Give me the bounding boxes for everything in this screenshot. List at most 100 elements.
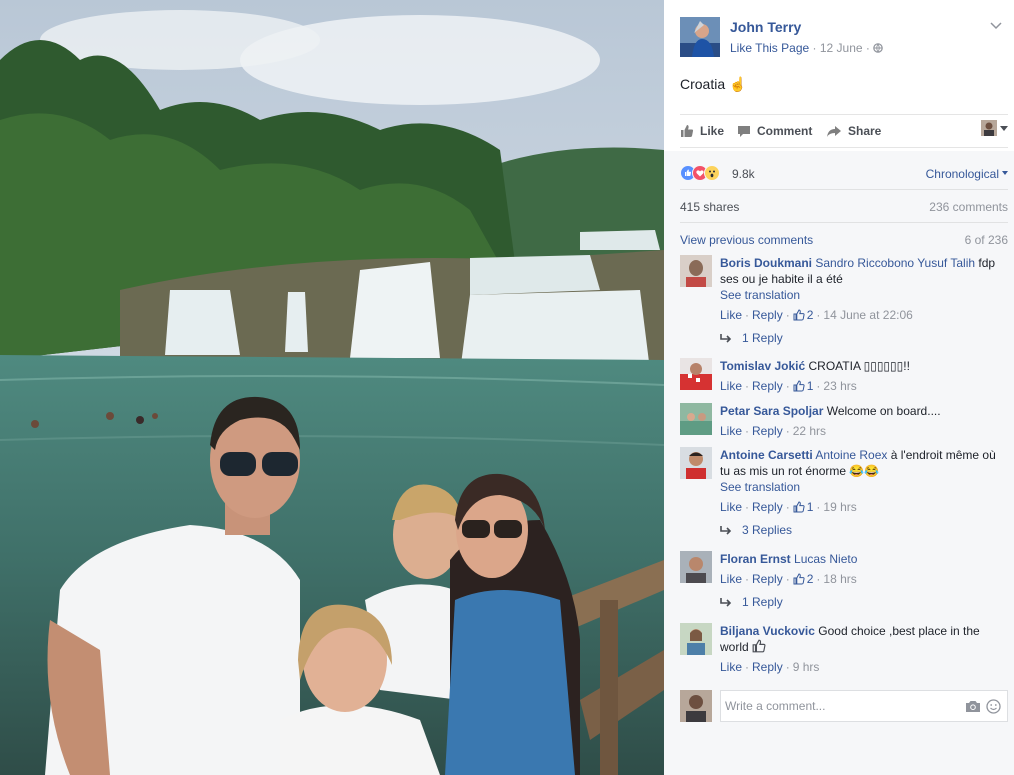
view-replies-link[interactable]: 1 Reply	[720, 595, 783, 609]
comment-time[interactable]: 22 hrs	[793, 423, 826, 439]
comment-input[interactable]	[725, 699, 955, 713]
emoji-icon[interactable]	[986, 699, 1001, 714]
comment-button[interactable]: Comment	[737, 124, 812, 138]
comment-sort-dropdown[interactable]: Chronological	[926, 167, 1008, 181]
like-count-value: 1	[806, 500, 814, 514]
reaction-count[interactable]: 9.8k	[732, 167, 755, 181]
engagement-area: 9.8k Chronological 415 shares 236 commen…	[664, 151, 1014, 775]
commenter-name[interactable]: Antoine Carsetti	[720, 448, 813, 462]
like-button[interactable]: Like	[680, 124, 724, 138]
see-translation-link[interactable]: See translation	[720, 287, 1008, 303]
like-count-value: 2	[806, 308, 814, 322]
comment-actions: Like · Reply · 2 · 18 hrs	[720, 571, 857, 587]
comment-like-count[interactable]: 2	[793, 571, 813, 587]
post-date[interactable]: 12 June	[820, 41, 863, 55]
comment-reply-link[interactable]: Reply	[752, 571, 783, 587]
share-count[interactable]: 415 shares	[680, 200, 739, 214]
comment-like-link[interactable]: Like	[720, 659, 742, 675]
comment-actions: Like · Reply · 1 · 19 hrs	[720, 499, 857, 515]
comment-time[interactable]: 23 hrs	[823, 378, 856, 394]
share-button[interactable]: Share	[826, 124, 881, 138]
commenter-name[interactable]: Tomislav Jokić	[720, 359, 805, 373]
commenter-name[interactable]: Petar Sara Spoljar	[720, 404, 823, 418]
comment-time[interactable]: 9 hrs	[793, 659, 820, 675]
like-count-value: 1	[806, 379, 814, 393]
wow-reaction-icon	[704, 165, 720, 181]
tagged-users[interactable]: Lucas Nieto	[794, 552, 857, 566]
comment-body: Tomislav Jokić CROATIA ▯▯▯▯▯▯!! Like · Re…	[720, 358, 1008, 394]
post-meta: Like This Page · 12 June ·	[730, 41, 884, 55]
chevron-down-icon[interactable]	[990, 19, 1002, 33]
replies-count: 3 Replies	[742, 523, 793, 537]
comment-count[interactable]: 236 comments	[929, 200, 1008, 214]
commenter-avatar[interactable]	[680, 403, 712, 435]
share-comment-stats: 415 shares 236 comments	[680, 200, 1008, 216]
commenter-avatar[interactable]	[680, 255, 712, 287]
see-translation-link[interactable]: See translation	[720, 479, 1008, 495]
page-avatar[interactable]	[680, 17, 720, 57]
caret-down-icon	[1000, 125, 1008, 131]
comment-actions: Like · Reply · 1 · 23 hrs	[720, 378, 857, 394]
commenter-avatar[interactable]	[680, 551, 712, 583]
view-replies-link[interactable]: 3 Replies	[720, 523, 792, 537]
commenter-avatar[interactable]	[680, 447, 712, 479]
commenter-avatar[interactable]	[680, 358, 712, 390]
comment-reply-link[interactable]: Reply	[752, 499, 783, 515]
thumbs-up-icon	[681, 125, 694, 137]
view-previous-comments-link[interactable]: View previous comments	[680, 233, 813, 247]
comment-reply-link[interactable]: Reply	[752, 423, 783, 439]
post-as-selector[interactable]	[981, 120, 1008, 136]
comment-like-link[interactable]: Like	[720, 571, 742, 587]
comment-reply-link[interactable]: Reply	[752, 659, 783, 675]
comment-like-link[interactable]: Like	[720, 423, 742, 439]
post-author[interactable]: John Terry	[730, 19, 801, 35]
camera-icon[interactable]	[965, 700, 981, 713]
like-label: Like	[700, 124, 725, 138]
commenter-name[interactable]: Biljana Vuckovic	[720, 624, 815, 638]
tagged-users[interactable]: Sandro Riccobono Yusuf Talih	[815, 256, 975, 270]
post-photo[interactable]	[0, 0, 664, 775]
comment-icon	[738, 125, 750, 137]
comment-like-count[interactable]: 2	[793, 307, 814, 323]
comment-reply-link[interactable]: Reply	[752, 378, 783, 394]
comment-composer	[680, 690, 1008, 722]
comment-reply-link[interactable]: Reply	[752, 307, 783, 323]
divider	[680, 189, 1008, 190]
caption-emoji: ☝	[729, 76, 747, 92]
comment-body: Floran Ernst Lucas Nieto Like · Reply · 2 ·…	[720, 551, 1008, 587]
reply-arrow-icon	[720, 334, 732, 343]
comment-position: 6 of 236	[964, 233, 1008, 247]
post-caption: Croatia ☝	[680, 76, 746, 93]
comment-like-link[interactable]: Like	[720, 378, 742, 394]
post-sidebar: John Terry Like This Page · 12 June · Cr…	[664, 0, 1014, 775]
post-actions: Like Comment Share	[680, 114, 1008, 148]
comment-time[interactable]: 14 June at 22:06	[823, 307, 912, 323]
tagged-users[interactable]: Antoine Roex	[815, 448, 887, 462]
commenter-avatar[interactable]	[680, 623, 712, 655]
comment-like-link[interactable]: Like	[720, 307, 742, 323]
comment-actions: Like · Reply · 2 · 14 June at 22:06	[720, 307, 913, 323]
thumbs-up-icon	[793, 573, 805, 585]
thumbs-up-icon	[793, 501, 805, 513]
divider	[680, 222, 1008, 223]
reaction-icons[interactable]	[680, 165, 720, 181]
meta-dot: ·	[812, 41, 820, 55]
viewer-avatar	[680, 690, 712, 722]
comment-actions: Like · Reply · 9 hrs	[720, 659, 820, 675]
comment-body: Boris Doukmani Sandro Riccobono Yusuf Ta…	[720, 255, 1008, 323]
comment-like-count[interactable]: 1	[793, 378, 814, 394]
comment-time[interactable]: 18 hrs	[823, 571, 856, 587]
comment-body: Biljana Vuckovic Good choice ,best place…	[720, 623, 1008, 675]
commenter-name[interactable]: Floran Ernst	[720, 552, 791, 566]
comment-like-link[interactable]: Like	[720, 499, 742, 515]
waterfall-family-photo	[0, 0, 664, 775]
comment-like-count[interactable]: 1	[793, 499, 814, 515]
view-replies-link[interactable]: 1 Reply	[720, 331, 783, 345]
replies-count: 1 Reply	[742, 331, 783, 345]
post-header: John Terry Like This Page · 12 June ·	[680, 17, 1010, 59]
commenter-name[interactable]: Boris Doukmani	[720, 256, 812, 270]
caption-text: Croatia	[680, 76, 726, 92]
comment-input-box[interactable]	[720, 690, 1008, 722]
like-page-link[interactable]: Like This Page	[730, 41, 809, 55]
comment-time[interactable]: 19 hrs	[823, 499, 856, 515]
